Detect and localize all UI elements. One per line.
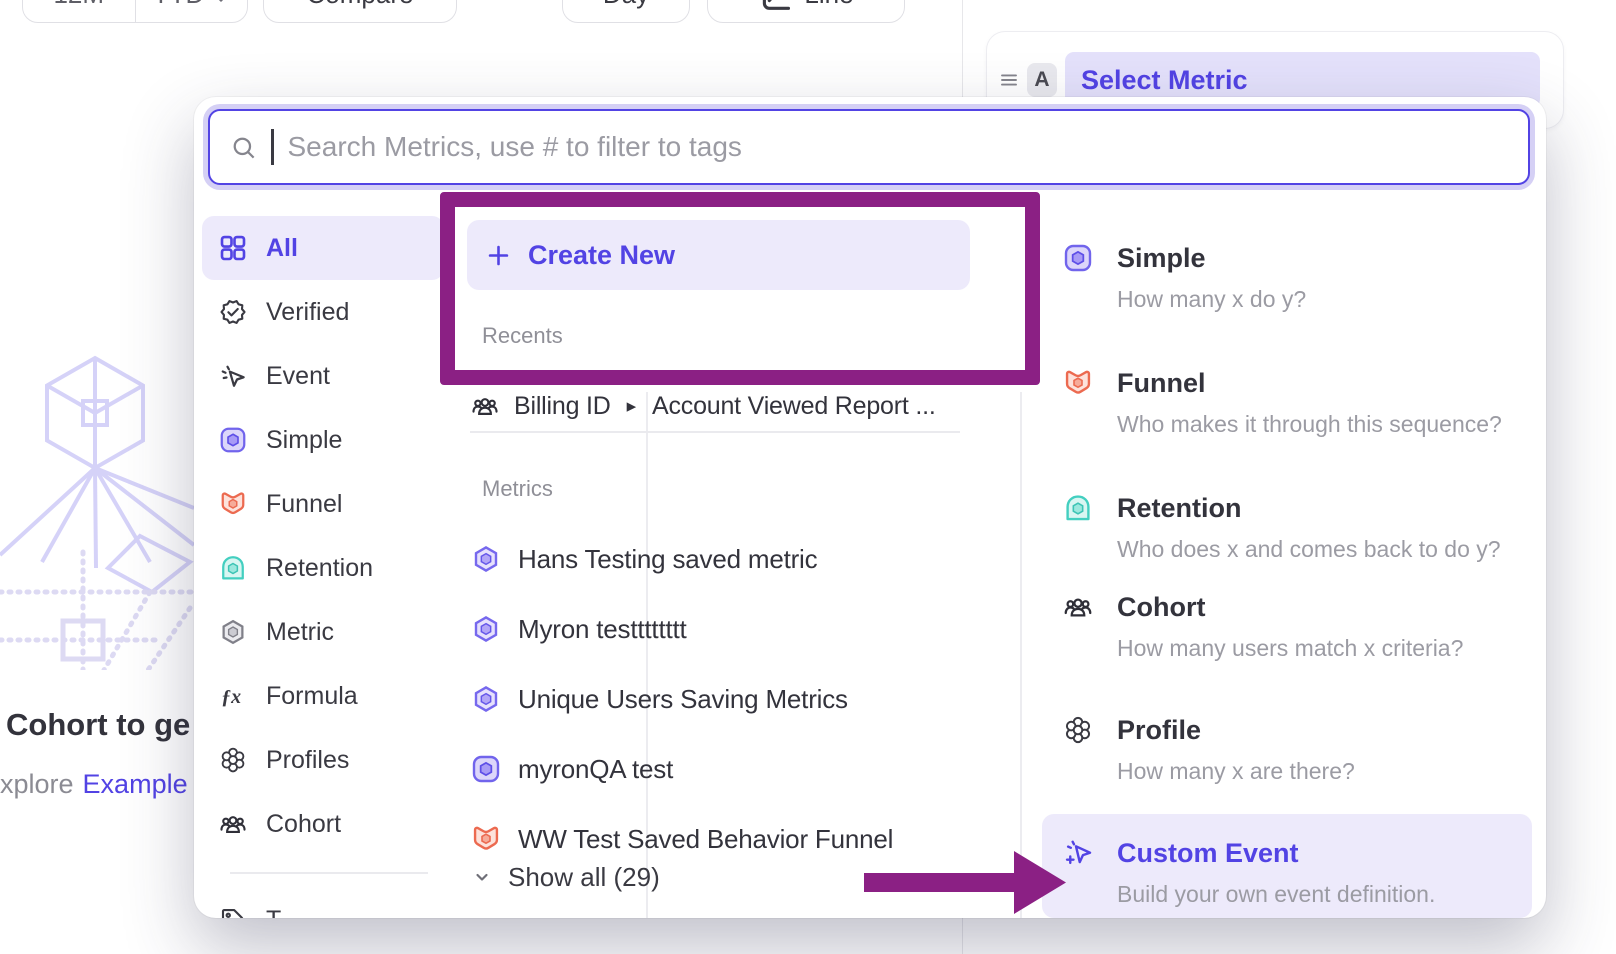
decorative-illustration — [0, 340, 194, 670]
metric-list-item[interactable]: Myron testttttttt — [470, 594, 970, 664]
metric-hexagon-purple-icon — [470, 613, 502, 645]
retention-arch-icon — [218, 553, 248, 583]
metric-hexagon-purple-icon — [470, 543, 502, 575]
filter-sidebar: All Verified Event Simple Funnel Retenti… — [202, 216, 444, 856]
type-title: Retention — [1117, 491, 1532, 525]
type-description: Build your own event definition. — [1117, 881, 1532, 908]
type-title: Custom Event — [1117, 836, 1532, 870]
metric-hexagon-purple-icon — [470, 683, 502, 715]
type-description: How many x are there? — [1117, 758, 1532, 785]
range-12m-button[interactable]: 12M — [23, 0, 135, 22]
recent-item-target: Account Viewed Report ... — [652, 392, 936, 421]
sidebar-item-retention[interactable]: Retention — [202, 536, 444, 600]
section-divider — [470, 431, 960, 433]
sidebar-item-formula[interactable]: Formula — [202, 664, 444, 728]
profiles-flower-icon — [1062, 714, 1094, 746]
column-divider — [1020, 392, 1022, 918]
create-new-button[interactable]: Create New — [467, 220, 970, 290]
sidebar-item-simple[interactable]: Simple — [202, 408, 444, 472]
explore-text-fragment: xplore — [0, 769, 74, 800]
cohort-people-icon — [218, 809, 248, 839]
sidebar-item-metric[interactable]: Metric — [202, 600, 444, 664]
background-explore-line: xplore Example — [0, 769, 194, 800]
type-title: Profile — [1117, 713, 1532, 747]
sidebar-item-all[interactable]: All — [202, 216, 444, 280]
date-range-button-group[interactable]: 12M YTD — [22, 0, 248, 23]
type-option-profile[interactable]: Profile How many x are there? — [1062, 713, 1532, 785]
funnel-shield-icon — [1062, 367, 1094, 399]
grid-icon — [218, 233, 248, 263]
cohort-people-icon — [1062, 591, 1094, 623]
background-heading-fragment: Cohort to ge — [6, 707, 194, 743]
sidebar-item-verified[interactable]: Verified — [202, 280, 444, 344]
recents-header: Recents — [482, 323, 563, 349]
funnel-shield-icon — [218, 489, 248, 519]
compare-button[interactable]: Compare — [263, 0, 457, 23]
type-description: Who does x and comes back to do y? — [1117, 536, 1532, 563]
type-description: How many users match x criteria? — [1117, 635, 1532, 662]
cohort-people-icon — [470, 391, 500, 421]
verified-seal-icon — [218, 297, 248, 327]
event-cursor-icon — [218, 361, 248, 391]
metric-list-item[interactable]: myronQA test — [470, 734, 970, 804]
formula-fx-icon — [218, 681, 248, 711]
type-title: Cohort — [1117, 590, 1532, 624]
line-label: Line — [804, 0, 853, 10]
plus-icon — [485, 242, 512, 269]
metrics-list: Hans Testing saved metric Myron testtttt… — [470, 524, 970, 874]
type-description: How many x do y? — [1117, 286, 1532, 313]
funnel-shield-icon — [470, 823, 502, 855]
type-title: Funnel — [1117, 366, 1532, 400]
sidebar-item-cohort[interactable]: Cohort — [202, 792, 444, 856]
sidebar-item-funnel[interactable]: Funnel — [202, 472, 444, 536]
chevron-down-icon — [470, 865, 494, 889]
line-chart-icon — [758, 0, 792, 14]
metric-list-item[interactable]: Unique Users Saving Metrics — [470, 664, 970, 734]
metric-picker-modal: All Verified Event Simple Funnel Retenti… — [194, 97, 1546, 918]
metric-series-badge: A — [1027, 63, 1057, 97]
example-link[interactable]: Example — [83, 769, 188, 800]
simple-square-icon — [1062, 242, 1094, 274]
type-description: Who makes it through this sequence? — [1117, 411, 1532, 438]
recent-item[interactable]: Billing ID ▸ Account Viewed Report ... — [470, 383, 964, 429]
sidebar-item-partial[interactable]: T — [218, 905, 281, 918]
metrics-header: Metrics — [482, 476, 553, 502]
type-option-retention[interactable]: Retention Who does x and comes back to d… — [1062, 491, 1532, 563]
retention-arch-icon — [1062, 492, 1094, 524]
recent-item-source: Billing ID — [514, 392, 611, 421]
custom-event-icon — [1062, 837, 1094, 869]
line-chart-type-button[interactable]: Line — [707, 0, 905, 23]
text-cursor — [271, 129, 274, 165]
sidebar-item-event[interactable]: Event — [202, 344, 444, 408]
sidebar-item-profiles[interactable]: Profiles — [202, 728, 444, 792]
simple-square-icon — [218, 425, 248, 455]
day-granularity-button[interactable]: Day — [562, 0, 690, 23]
sidebar-divider — [230, 872, 428, 874]
chevron-down-icon — [212, 0, 230, 8]
select-metric-label: Select Metric — [1081, 65, 1248, 96]
search-icon — [230, 134, 257, 161]
tag-icon — [218, 905, 248, 918]
type-option-funnel[interactable]: Funnel Who makes it through this sequenc… — [1062, 366, 1532, 438]
range-ytd-button[interactable]: YTD — [135, 0, 248, 22]
compare-label: Compare — [307, 0, 414, 10]
metric-list-item[interactable]: Hans Testing saved metric — [470, 524, 970, 594]
type-title: Simple — [1117, 241, 1532, 275]
metric-hexagon-gray-icon — [218, 617, 248, 647]
range-12m-label: 12M — [53, 0, 104, 10]
search-field[interactable] — [208, 109, 1530, 185]
type-option-simple[interactable]: Simple How many x do y? — [1062, 241, 1532, 313]
profiles-flower-icon — [218, 745, 248, 775]
simple-square-icon — [470, 753, 502, 785]
show-all-button[interactable]: Show all (29) — [470, 857, 660, 897]
breadcrumb-arrow-icon: ▸ — [627, 395, 636, 418]
show-all-label: Show all (29) — [508, 862, 660, 893]
drag-handle-icon[interactable] — [997, 68, 1021, 92]
search-input[interactable] — [288, 131, 1509, 163]
day-label: Day — [603, 0, 649, 10]
range-ytd-label: YTD — [152, 0, 204, 10]
type-option-custom-event[interactable]: Custom Event Build your own event defini… — [1062, 836, 1532, 908]
type-option-cohort[interactable]: Cohort How many users match x criteria? — [1062, 590, 1532, 662]
create-new-label: Create New — [528, 240, 675, 271]
